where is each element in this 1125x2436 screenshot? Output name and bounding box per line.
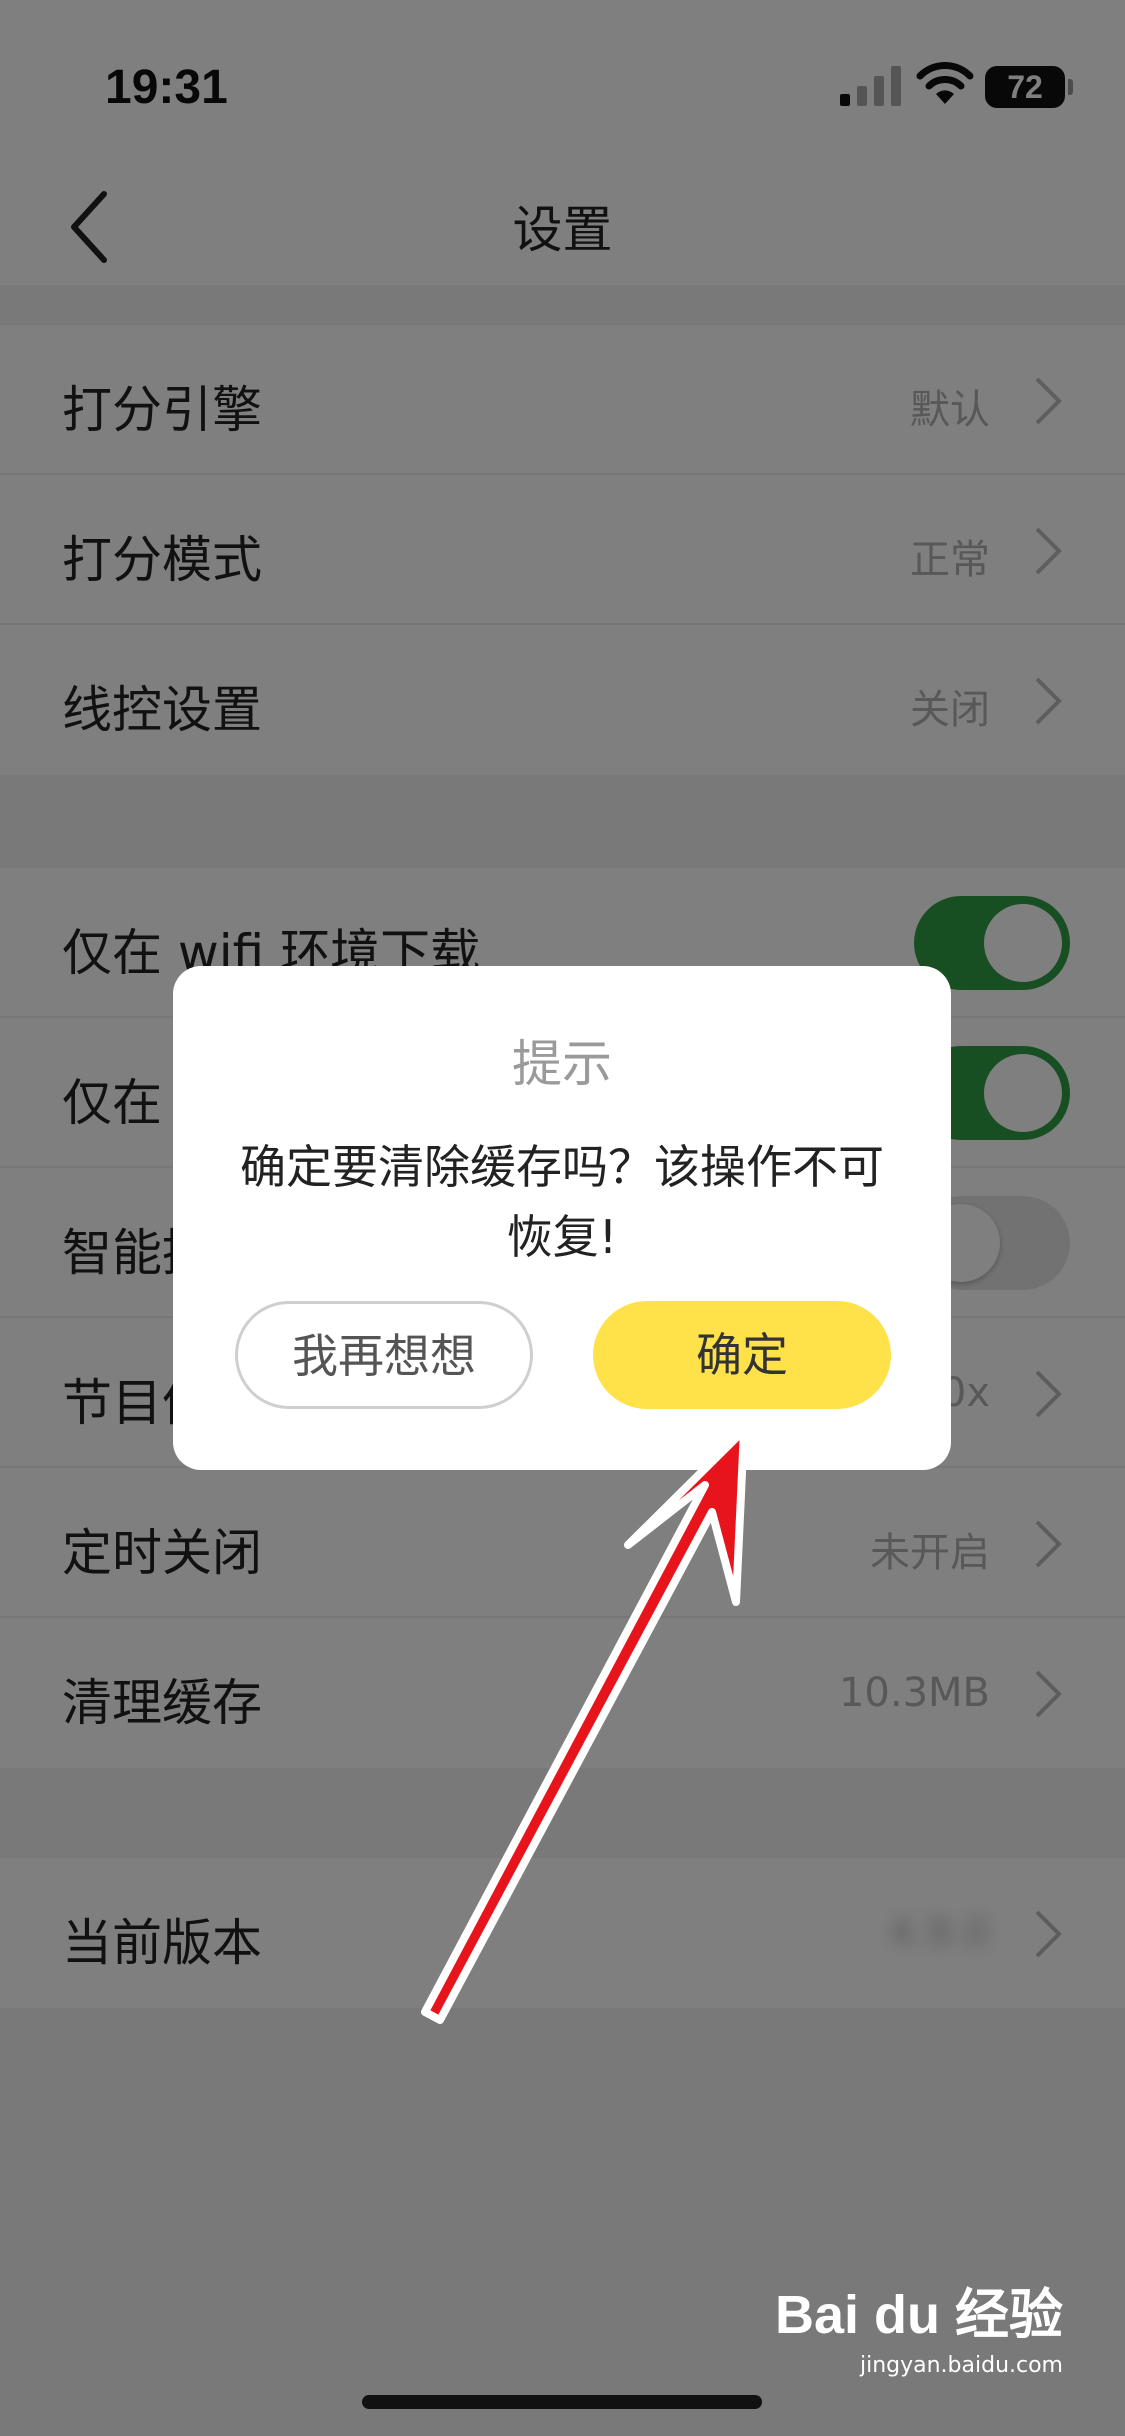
confirm-button[interactable]: 确定 — [593, 1301, 891, 1409]
dialog-message: 确定要清除缓存吗？该操作不可恢复! — [240, 1140, 884, 1264]
clear-cache-dialog: 提示 确定要清除缓存吗？该操作不可恢复! 我再想想 确定 — [173, 966, 951, 1470]
watermark-url: jingyan.baidu.com — [859, 2353, 1063, 2378]
cancel-button[interactable]: 我再想想 — [235, 1301, 533, 1409]
dialog-title: 提示 — [512, 1035, 612, 1093]
home-indicator — [362, 2395, 762, 2409]
baidu-watermark: Bai du 经验 jingyan.baidu.com — [775, 2270, 1063, 2378]
watermark-logo: Bai du 经验 — [774, 2285, 1063, 2345]
